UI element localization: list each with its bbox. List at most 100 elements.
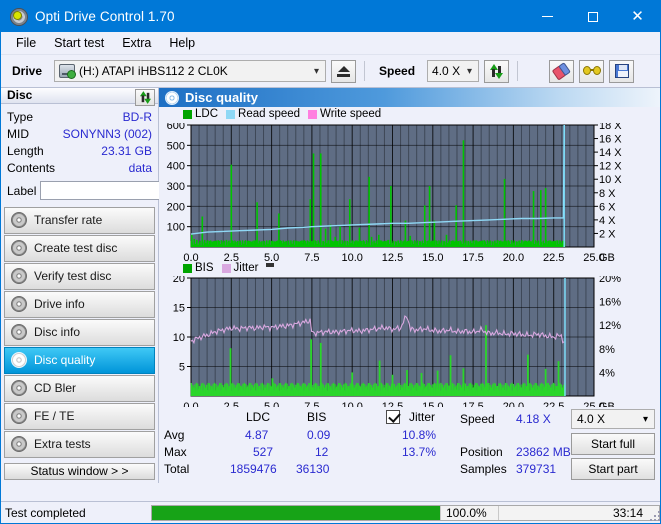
svg-text:14 X: 14 X — [599, 147, 622, 159]
erase-button[interactable] — [549, 59, 575, 83]
disc-icon — [11, 324, 27, 341]
drive-select[interactable]: (H:) ATAPI iHBS112 2 CL0K ▾ — [54, 60, 327, 82]
menu-extra[interactable]: Extra — [113, 34, 160, 52]
menu-start-test[interactable]: Start test — [45, 34, 113, 52]
test-extra-tests[interactable]: Extra tests — [4, 430, 155, 458]
progress-track — [152, 505, 440, 520]
speed-select-value: 4.0 X — [432, 64, 461, 78]
legend-swatch — [221, 263, 231, 273]
test-label: FE / TE — [34, 409, 75, 424]
stats-bis-max: 12 — [315, 445, 329, 460]
disc-contents-label: Contents — [7, 160, 56, 175]
legend-swatch — [308, 109, 318, 119]
test-cd-bler[interactable]: CD Bler — [4, 374, 155, 402]
minimize-button[interactable] — [525, 1, 570, 32]
disc-type-label: Type — [7, 109, 34, 124]
test-transfer-rate[interactable]: Transfer rate — [4, 206, 155, 234]
svg-text:200: 200 — [167, 202, 185, 214]
drive-icon — [59, 64, 77, 79]
toolbar-separator-2 — [517, 61, 519, 81]
svg-text:10: 10 — [173, 332, 185, 344]
stats-speed-value: 4.18 X — [516, 412, 551, 427]
chart1-legend: LDC Read speed Write speed — [183, 108, 386, 120]
disc-icon — [11, 240, 27, 257]
svg-text:12%: 12% — [599, 320, 621, 332]
svg-text:500: 500 — [167, 141, 185, 153]
progress-bar — [152, 505, 440, 520]
drive-label: Drive — [12, 64, 43, 78]
test-fe-te[interactable]: FE / TE — [4, 402, 155, 430]
test-label: CD Bler — [34, 381, 77, 396]
start-part-button[interactable]: Start part — [571, 458, 655, 481]
window-controls: ✕ — [525, 1, 660, 32]
disc-quality-icon — [165, 90, 179, 105]
test-list: Transfer rate Create test disc Verify te… — [1, 205, 158, 459]
disc-row-type: Type BD-R — [7, 109, 152, 126]
stats-position-value: 23862 MB — [516, 445, 571, 460]
content-panel: Disc quality LDC Read speed Write speed — [159, 88, 660, 483]
toolbar-separator — [364, 61, 366, 81]
chevron-down-icon: ▾ — [314, 65, 320, 77]
jitter-checkbox[interactable] — [386, 410, 400, 425]
disc-icon — [11, 380, 27, 397]
stats-bis-avg: 0.09 — [307, 428, 331, 443]
glasses-icon — [582, 65, 601, 77]
menu-file[interactable]: File — [7, 34, 45, 52]
disc-info: Type BD-R MID SONYNN3 (002) Length 23.31… — [1, 104, 244, 205]
test-drive-info[interactable]: Drive info — [4, 290, 155, 318]
stats-ldc-max: 527 — [253, 445, 274, 460]
stats-jitter-avg: 10.8% — [402, 428, 437, 443]
stats-row-max-label: Max — [164, 445, 187, 460]
svg-text:2 X: 2 X — [599, 229, 616, 241]
svg-text:20: 20 — [173, 276, 185, 285]
test-disc-info[interactable]: Disc info — [4, 318, 155, 346]
toolbar: Drive (H:) ATAPI iHBS112 2 CL0K ▾ Speed … — [1, 55, 660, 88]
test-label: Drive info — [34, 297, 85, 312]
test-create-test-disc[interactable]: Create test disc — [4, 234, 155, 262]
progress-area: 100.0% 33:14 — [151, 504, 660, 521]
disc-length-value: 23.31 GB — [101, 143, 152, 158]
svg-text:15: 15 — [173, 303, 185, 315]
legend-label: Write speed — [320, 108, 382, 121]
test-speed-select[interactable]: 4.0 X ▾ — [571, 409, 655, 430]
disc-icon — [11, 436, 27, 453]
test-disc-quality[interactable]: Disc quality — [4, 346, 155, 374]
test-label: Extra tests — [34, 437, 91, 452]
speed-select[interactable]: 4.0 X ▾ — [427, 60, 480, 82]
disc-contents-value: data — [128, 160, 152, 175]
start-full-button[interactable]: Start full — [571, 433, 655, 456]
disc-icon — [11, 268, 27, 285]
svg-text:12 X: 12 X — [599, 161, 622, 173]
test-speed-value: 4.0 X — [577, 412, 606, 427]
svg-text:10 X: 10 X — [599, 175, 622, 187]
maximize-button[interactable] — [570, 1, 615, 32]
save-button[interactable] — [609, 59, 635, 83]
svg-text:600: 600 — [167, 123, 185, 132]
chart2-canvas: 51015204%8%12%16%20%0.02.55.07.510.012.5… — [173, 276, 621, 413]
eject-icon — [337, 65, 350, 72]
legend-read-speed: Read speed — [226, 108, 300, 120]
test-verify-test-disc[interactable]: Verify test disc — [4, 262, 155, 290]
disc-refresh-button[interactable] — [135, 89, 155, 106]
menu-help[interactable]: Help — [160, 34, 204, 52]
disc-mid-value: SONYNN3 (002) — [62, 126, 152, 141]
disc-label-row: Label — [7, 180, 244, 201]
left-panel: Disc Type BD-R MID SONYNN3 (002) Length … — [1, 88, 244, 483]
status-window-button[interactable]: Status window > > — [4, 462, 155, 480]
svg-text:4%: 4% — [599, 368, 615, 380]
chart1-canvas: 100 200 300 400 500 600 2 X 4 X6 X 8 X10 X 12 X 14… — [167, 123, 623, 264]
resize-grip[interactable] — [650, 511, 660, 521]
menu-bar: File Start test Extra Help — [1, 32, 660, 55]
refresh-button[interactable] — [484, 59, 510, 83]
legend-marker — [266, 262, 275, 267]
svg-text:16%: 16% — [599, 297, 621, 309]
disc-icon — [11, 352, 27, 369]
legend-swatch — [183, 109, 192, 119]
disc-label-label: Label — [7, 183, 37, 198]
close-button[interactable]: ✕ — [615, 1, 660, 32]
eject-button[interactable] — [331, 59, 357, 83]
inspect-button[interactable] — [579, 59, 605, 83]
status-text: Test completed — [5, 505, 86, 520]
test-label: Disc info — [34, 325, 81, 340]
status-bar: Test completed 100.0% 33:14 — [1, 501, 660, 523]
